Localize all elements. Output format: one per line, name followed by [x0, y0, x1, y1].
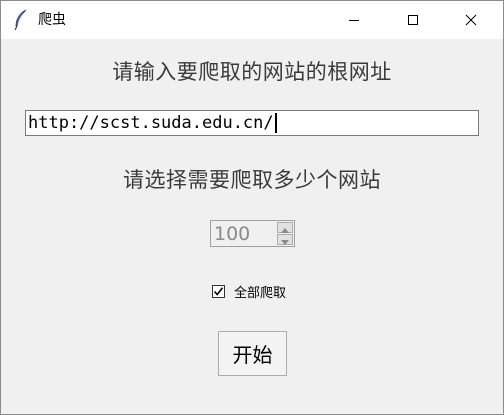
window-content: 请输入要爬取的网站的根网址 http://scst.suda.edu.cn/ 请… [1, 39, 503, 414]
close-button[interactable] [448, 1, 494, 39]
spinbox-down-button[interactable] [277, 234, 293, 245]
app-window: 爬虫 请输入要爬取的网站的根网址 http://scst.suda.edu.cn… [0, 0, 504, 415]
count-spinbox[interactable]: 100 [210, 220, 295, 247]
maximize-icon [407, 11, 419, 30]
maximize-button[interactable] [390, 1, 436, 39]
count-spinbox-value: 100 [214, 223, 251, 245]
crawl-all-option: 全部爬取 [212, 282, 286, 301]
close-icon [465, 11, 477, 30]
window-title: 爬虫 [38, 12, 66, 28]
minimize-button[interactable] [331, 1, 377, 39]
arrow-down-icon [281, 230, 289, 249]
start-button[interactable]: 开始 [218, 331, 287, 376]
text-caret [274, 113, 277, 133]
title-bar[interactable]: 爬虫 [1, 1, 503, 39]
url-prompt-label: 请输入要爬取的网站的根网址 [112, 60, 392, 84]
count-prompt-label: 请选择需要爬取多少个网站 [123, 168, 381, 192]
checkmark-icon [213, 282, 224, 301]
url-input-value: http://scst.suda.edu.cn/ [28, 113, 274, 133]
crawl-all-checkbox[interactable] [212, 282, 225, 301]
url-input[interactable]: http://scst.suda.edu.cn/ [25, 110, 479, 136]
crawl-all-label[interactable]: 全部爬取 [234, 282, 286, 301]
feather-icon [13, 9, 29, 31]
spinbox-buttons [277, 222, 293, 245]
minimize-icon [348, 11, 360, 30]
